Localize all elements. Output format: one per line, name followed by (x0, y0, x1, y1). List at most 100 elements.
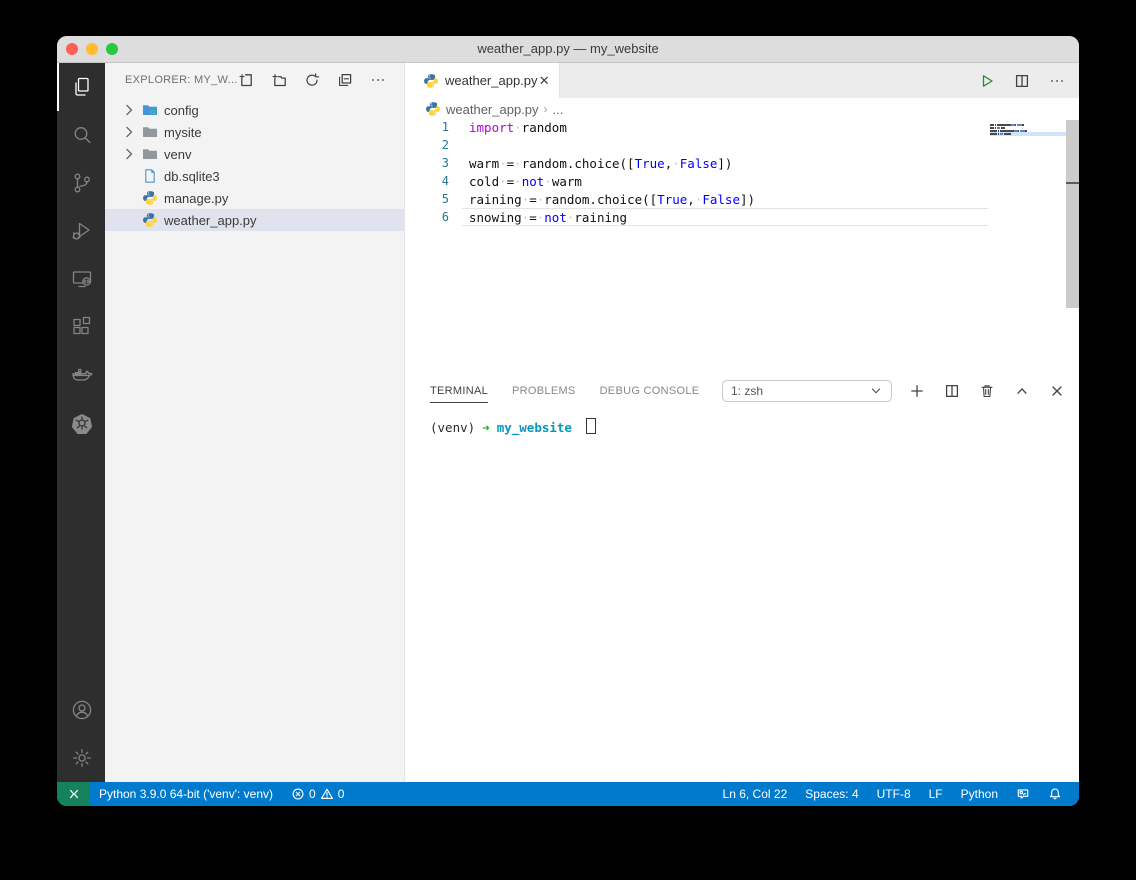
explorer-actions: ,, (238, 72, 386, 88)
collapse-folders-button[interactable] (337, 72, 353, 88)
terminal-segment: my_website (497, 420, 572, 435)
code-line-1[interactable]: 1import·random (405, 120, 1079, 136)
python-file-icon (423, 73, 439, 89)
status-count: 0 (338, 787, 345, 801)
activity-item-accounts[interactable] (57, 686, 105, 734)
gear-icon (70, 746, 94, 770)
status-problems[interactable]: 00 (282, 782, 353, 806)
breadcrumb-symbols[interactable]: ... (553, 102, 564, 117)
status-python-interpreter[interactable]: Python 3.9.0 64-bit ('venv': venv) (90, 782, 282, 806)
line-number: 4 (405, 174, 449, 188)
code-line-5[interactable]: 5raining·=·random.choice([True,·False]) (405, 190, 1079, 208)
code-line-6[interactable]: 6snowing·=·not·raining (405, 208, 1079, 226)
chevron-down-icon (869, 384, 883, 398)
activity-item-docker[interactable] (57, 351, 105, 399)
editor-group: weather_app.py ✕ weather_app.py › ... 1i… (405, 63, 1079, 782)
activity-item-run-debug[interactable] (57, 207, 105, 255)
breadcrumb[interactable]: weather_app.py › ... (405, 98, 1079, 120)
docker-icon (70, 363, 94, 387)
code-text: warm·=·random.choice([True,·False]) (449, 156, 732, 171)
status-cursor-position[interactable]: Ln 6, Col 22 (714, 782, 797, 806)
more-actions-button[interactable] (1049, 73, 1065, 89)
minimap-line (990, 127, 1066, 129)
code-line-2[interactable]: 2 (405, 136, 1079, 154)
activity-bar (57, 63, 105, 782)
folder-icon (141, 146, 158, 162)
minimap-line (990, 133, 1066, 135)
chevron-right-icon (121, 190, 137, 206)
status-encoding[interactable]: UTF-8 (868, 782, 920, 806)
close-panel-button[interactable] (1049, 383, 1065, 399)
status-indentation[interactable]: Spaces: 4 (796, 782, 867, 806)
remote-indicator[interactable] (57, 782, 90, 806)
code-editor[interactable]: 1import·random 2 3warm·=·random.choice([Tr… (405, 120, 1079, 376)
tree-item-label: venv (164, 147, 191, 162)
python-file-icon (425, 101, 441, 117)
activity-item-remote-explorer[interactable] (57, 255, 105, 303)
close-tab-icon[interactable]: ✕ (538, 73, 551, 89)
feedback-icon (1016, 787, 1030, 801)
chevron-right-icon (121, 168, 137, 184)
tree-item-mysite[interactable]: mysite (105, 121, 404, 143)
status-feedback[interactable] (1007, 782, 1039, 806)
activity-item-settings[interactable] (57, 734, 105, 782)
chevron-right-icon (121, 102, 137, 118)
code-lines: 1import·random 2 3warm·=·random.choice([Tr… (405, 120, 1079, 226)
folder-icon (141, 124, 158, 140)
tree-item-db.sqlite3[interactable]: db.sqlite3 (105, 165, 404, 187)
terminal-panel: TERMINAL PROBLEMS DEBUG CONSOLE 1: zsh (ve… (405, 376, 1079, 782)
files-icon (70, 75, 94, 99)
new-file-button[interactable]: , (238, 72, 254, 88)
code-line-3[interactable]: 3warm·=·random.choice([True,·False]) (405, 154, 1079, 172)
tree-item-venv[interactable]: venv (105, 143, 404, 165)
tree-item-manage.py[interactable]: manage.py (105, 187, 404, 209)
status-eol[interactable]: LF (920, 782, 952, 806)
breadcrumb-file[interactable]: weather_app.py (446, 102, 539, 117)
split-terminal-button[interactable] (944, 383, 960, 399)
title-bar[interactable]: weather_app.py — my_website (57, 36, 1079, 63)
line-number: 3 (405, 156, 449, 170)
new-terminal-button[interactable] (909, 383, 925, 399)
panel-tab-problems[interactable]: PROBLEMS (512, 379, 576, 403)
tree-item-config[interactable]: config (105, 99, 404, 121)
vscode-window: weather_app.py — my_website EXPLORER: MY… (57, 36, 1079, 806)
status-notifications[interactable] (1039, 782, 1071, 806)
kill-terminal-button[interactable] (979, 383, 995, 399)
activity-item-explorer[interactable] (57, 63, 105, 111)
tree-item-label: mysite (164, 125, 202, 140)
status-language-mode[interactable]: Python (952, 782, 1007, 806)
maximize-panel-button[interactable] (1014, 383, 1030, 399)
tree-item-label: weather_app.py (164, 213, 257, 228)
tree-item-weather_app.py[interactable]: weather_app.py (105, 209, 404, 231)
activity-bar-spacer (57, 447, 105, 686)
more-actions-button[interactable] (370, 72, 386, 88)
code-line-4[interactable]: 4cold·=·not·warm (405, 172, 1079, 190)
error-icon (291, 787, 305, 801)
split-editor-button[interactable] (1014, 73, 1030, 89)
panel-tab-terminal[interactable]: TERMINAL (430, 379, 488, 403)
status-right: Ln 6, Col 22Spaces: 4UTF-8LFPython (714, 782, 1079, 806)
tab-bar: weather_app.py ✕ (405, 63, 1079, 98)
new-folder-button[interactable]: , (271, 72, 287, 88)
line-number: 6 (405, 210, 449, 224)
status-count: 0 (309, 787, 316, 801)
database-file-icon (141, 168, 158, 184)
line-number: 2 (405, 138, 449, 152)
refresh-button[interactable] (304, 72, 320, 88)
activity-item-source-control[interactable] (57, 159, 105, 207)
activity-item-kubernetes[interactable] (57, 399, 105, 447)
line-number: 5 (405, 192, 449, 206)
activity-item-extensions[interactable] (57, 303, 105, 351)
minimap[interactable] (990, 120, 1066, 136)
editor-scrollbar[interactable] (1066, 120, 1079, 308)
terminal-body[interactable]: (venv)➜my_website (405, 406, 1079, 782)
tab-weather-app[interactable]: weather_app.py ✕ (405, 63, 560, 98)
warning-icon (320, 787, 334, 801)
workbench: EXPLORER: MY_W... ,, config mysite venv db.… (57, 63, 1079, 782)
activity-item-search[interactable] (57, 111, 105, 159)
run-python-file-button[interactable] (979, 73, 995, 89)
explorer-title: EXPLORER: MY_W... (125, 74, 238, 86)
terminal-select[interactable]: 1: zsh (722, 380, 892, 402)
panel-tab-debug-console[interactable]: DEBUG CONSOLE (600, 379, 700, 403)
account-icon (70, 698, 94, 722)
